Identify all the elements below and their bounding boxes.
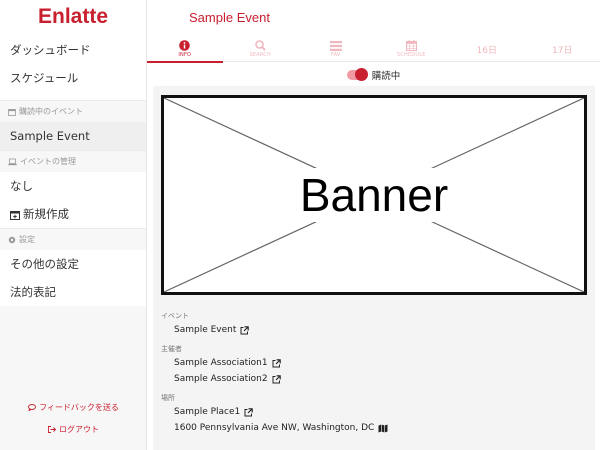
sidebar-item-dashboard[interactable]: ダッシュボード bbox=[0, 36, 146, 64]
search-icon bbox=[254, 40, 266, 51]
calendar-plus-icon bbox=[10, 210, 20, 220]
banner-text-wrap: Banner bbox=[164, 98, 584, 292]
sidebar-item-other-settings[interactable]: その他の設定 bbox=[0, 250, 146, 278]
subscribe-toggle[interactable] bbox=[346, 68, 368, 81]
tab-fav[interactable]: FAV bbox=[298, 36, 374, 62]
organizer-name: Sample Association2 bbox=[174, 374, 268, 384]
sidebar-item-sample-event[interactable]: Sample Event bbox=[0, 122, 146, 150]
external-link-icon bbox=[272, 358, 281, 367]
organizer-link[interactable]: Sample Association2 bbox=[161, 371, 591, 387]
tab-label: INFO bbox=[178, 52, 192, 58]
tab-schedule[interactable]: SCHEDULE bbox=[374, 36, 450, 62]
sidebar-bottom-links: フィードバックを送る ログアウト bbox=[0, 400, 147, 444]
organizer-label: 主催者 bbox=[161, 345, 182, 353]
place-link[interactable]: Sample Place1 bbox=[161, 404, 591, 420]
sidebar-section-label: 設定 bbox=[19, 234, 35, 244]
comment-icon bbox=[28, 404, 37, 412]
subscribe-toggle-row: 購読中 bbox=[147, 64, 600, 86]
sign-out-icon bbox=[48, 426, 57, 433]
event-banner: Banner bbox=[161, 95, 587, 295]
tab-label: FAV bbox=[330, 51, 341, 58]
external-link-icon bbox=[240, 325, 250, 334]
external-link-icon bbox=[244, 407, 254, 416]
sidebar: Enlatte ダッシュボード スケジュール 購読中のイベント Sample E… bbox=[0, 0, 147, 450]
event-name: Sample Event bbox=[174, 325, 237, 335]
calendar-icon bbox=[8, 108, 16, 116]
feedback-link[interactable]: フィードバックを送る bbox=[0, 400, 147, 422]
laptop-icon bbox=[8, 158, 17, 165]
list-icon bbox=[329, 40, 342, 51]
subscribe-label: 購読中 bbox=[371, 71, 401, 82]
tab-label: 17日 bbox=[552, 45, 573, 56]
sidebar-section-subscribed: 購読中のイベント bbox=[0, 100, 146, 122]
event-details: イベント Sample Event 主催者 Sample Association… bbox=[161, 310, 591, 436]
sidebar-section-label: 購読中のイベント bbox=[19, 106, 83, 116]
logout-label: ログアウト bbox=[59, 425, 99, 434]
organizer-link[interactable]: Sample Association1 bbox=[161, 355, 591, 371]
calendar-icon bbox=[405, 40, 417, 51]
tab-info[interactable]: INFO bbox=[147, 36, 223, 63]
address-link[interactable]: 1600 Pennsylvania Ave NW, Washington, DC bbox=[161, 420, 591, 436]
event-link[interactable]: Sample Event bbox=[161, 322, 591, 338]
sidebar-item-none: なし bbox=[0, 172, 146, 200]
sidebar-item-legal[interactable]: 法的表記 bbox=[0, 278, 146, 306]
app-logo[interactable]: Enlatte bbox=[0, 0, 146, 36]
feedback-label: フィードバックを送る bbox=[39, 403, 119, 412]
sidebar-section-settings: 設定 bbox=[0, 228, 146, 250]
tab-label: SEARCH bbox=[249, 52, 271, 58]
place-name: Sample Place1 bbox=[174, 407, 241, 417]
tab-label: 16日 bbox=[476, 45, 497, 56]
tab-search[interactable]: SEARCH bbox=[223, 36, 299, 62]
banner-text: Banner bbox=[293, 168, 455, 222]
place-address: 1600 Pennsylvania Ave NW, Washington, DC bbox=[174, 423, 375, 433]
event-label: イベント bbox=[161, 312, 189, 320]
sidebar-item-create-new[interactable]: 新規作成 bbox=[0, 200, 146, 228]
place-label: 場所 bbox=[161, 394, 175, 402]
page-title: Sample Event bbox=[189, 10, 270, 25]
sidebar-spacer bbox=[0, 92, 146, 100]
info-icon bbox=[179, 40, 191, 51]
sidebar-section-label: イベントの管理 bbox=[20, 156, 76, 166]
map-icon bbox=[378, 424, 388, 432]
organizer-name: Sample Association1 bbox=[174, 358, 268, 368]
sidebar-item-label: 新規作成 bbox=[23, 207, 69, 221]
tab-day-16[interactable]: 16日 bbox=[449, 36, 525, 62]
sidebar-item-schedule[interactable]: スケジュール bbox=[0, 64, 146, 92]
tab-day-17[interactable]: 17日 bbox=[525, 36, 600, 62]
tab-bar: INFO SEARCH FAV SCHEDULE 16日 17日 bbox=[147, 36, 600, 63]
logout-link[interactable]: ログアウト bbox=[0, 422, 147, 444]
gear-icon bbox=[8, 236, 16, 243]
external-link-icon bbox=[272, 374, 281, 383]
sidebar-section-manage: イベントの管理 bbox=[0, 150, 146, 172]
toggle-knob bbox=[354, 68, 368, 81]
tab-label: SCHEDULE bbox=[396, 52, 426, 58]
